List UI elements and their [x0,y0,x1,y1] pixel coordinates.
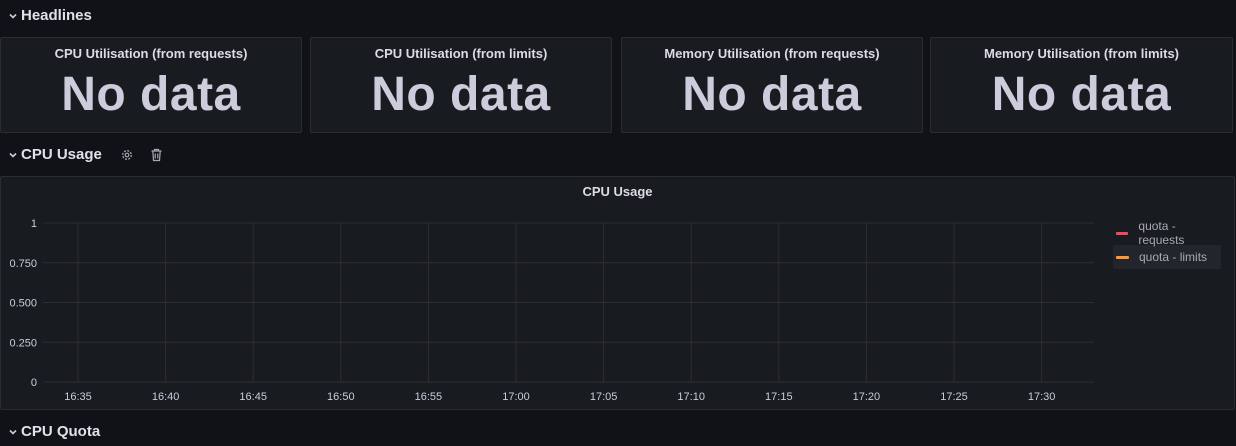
x-tick-label: 17:10 [677,391,705,403]
stat-value: No data [991,68,1172,121]
legend-label: quota - limits [1139,250,1208,264]
cpu-usage-chart: 0 0.250 0.500 0.750 1 16:35 16:40 16:45 16:50 16:… [9,218,1094,403]
row-headlines[interactable]: Headlines [8,7,92,24]
y-tick-label: 0.750 [9,258,37,270]
x-tick-label: 16:55 [415,391,443,403]
y-tick-label: 0 [31,377,37,389]
y-tick-label: 1 [31,218,37,230]
series-color-swatch [1116,255,1129,259]
legend-label: quota - requests [1138,219,1185,247]
legend: quota - requests quota - limits [1113,219,1221,269]
x-tick-label: 17:25 [940,391,968,403]
gear-icon[interactable] [120,148,134,162]
x-tick-label: 16:45 [239,391,267,403]
chevron-down-icon [9,429,17,435]
stat-panel[interactable]: Memory Utilisation (from limits) No data [930,37,1233,133]
y-tick-label: 0.250 [9,337,37,349]
panel-title: Memory Utilisation (from requests) [664,46,880,61]
legend-item-quota-requests[interactable]: quota - requests [1113,219,1221,247]
panel-title: CPU Utilisation (from requests) [54,46,248,61]
panel-title: CPU Utilisation (from limits) [374,46,548,61]
stat-panel[interactable]: CPU Utilisation (from requests) No data [0,37,302,133]
row-title: CPU Quota [21,423,101,440]
x-tick-label: 17:05 [590,391,618,403]
x-tick-label: 16:35 [64,391,92,403]
chevron-down-icon [9,13,17,19]
trash-icon[interactable] [150,148,163,162]
row-cpu-usage[interactable]: CPU Usage [8,146,163,163]
y-tick-label: 0.500 [9,298,37,310]
x-tick-label: 17:00 [502,391,530,403]
row-title: Headlines [21,7,92,24]
stat-value: No data [682,68,862,121]
legend-item-quota-limits[interactable]: quota - limits [1113,245,1221,269]
stat-panel[interactable]: Memory Utilisation (from requests) No da… [621,37,923,133]
x-tick-label: 17:15 [765,391,793,403]
stat-value: No data [371,68,551,121]
series-color-swatch [1116,231,1129,235]
x-tick-label: 17:30 [1028,391,1056,403]
row-title: CPU Usage [21,146,102,163]
x-tick-label: 16:40 [152,391,180,403]
x-tick-label: 16:50 [327,391,355,403]
graph-panel[interactable]: CPU Usage 0 0.250 0.500 0.750 1 16:35 16:40 16:… [0,176,1235,410]
row-cpu-quota[interactable]: CPU Quota [8,423,100,440]
chevron-down-icon [9,152,17,158]
panel-title: Memory Utilisation (from limits) [983,46,1180,61]
stat-value: No data [61,68,241,121]
stat-panel[interactable]: CPU Utilisation (from limits) No data [310,37,612,133]
x-tick-label: 17:20 [853,391,881,403]
